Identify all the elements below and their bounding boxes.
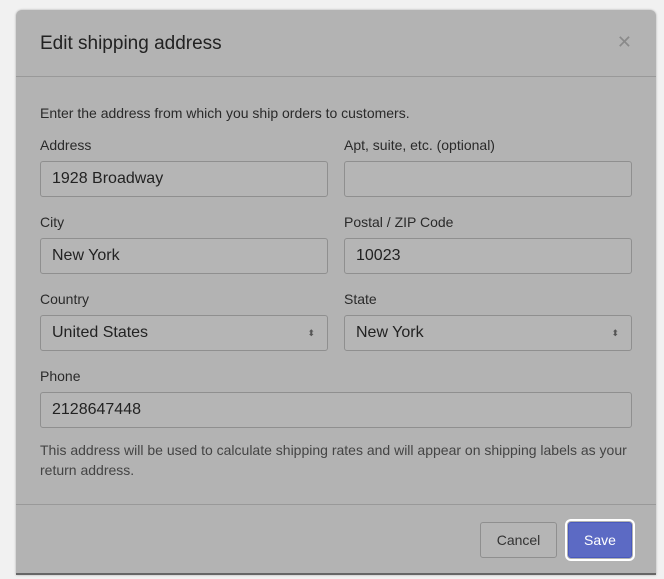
cancel-button[interactable]: Cancel bbox=[480, 522, 557, 558]
close-icon[interactable]: ✕ bbox=[617, 32, 632, 53]
help-text: This address will be used to calculate s… bbox=[40, 442, 627, 478]
address-label: Address bbox=[40, 137, 92, 153]
country-value: United States bbox=[52, 324, 149, 341]
modal-header: Edit shipping address ✕ bbox=[16, 10, 656, 77]
modal-title: Edit shipping address bbox=[40, 33, 222, 54]
select-arrows-icon: ⬍ bbox=[307, 328, 315, 338]
apt-label: Apt, suite, etc. (optional) bbox=[344, 137, 495, 153]
city-label: City bbox=[40, 214, 65, 230]
apt-input[interactable] bbox=[344, 161, 632, 197]
zip-input[interactable]: 10023 bbox=[344, 238, 632, 274]
intro-text: Enter the address from which you ship or… bbox=[40, 105, 410, 121]
city-input[interactable]: New York bbox=[40, 238, 328, 274]
phone-label: Phone bbox=[40, 368, 81, 384]
state-select[interactable]: New York ⬍ bbox=[344, 315, 632, 351]
country-select[interactable]: United States ⬍ bbox=[40, 315, 328, 351]
state-label: State bbox=[344, 291, 377, 307]
select-arrows-icon: ⬍ bbox=[611, 328, 619, 338]
edit-shipping-address-modal: Edit shipping address ✕ Enter the addres… bbox=[16, 10, 656, 575]
apt-field: Apt, suite, etc. (optional) bbox=[344, 137, 632, 197]
country-field: Country United States ⬍ bbox=[40, 291, 328, 351]
modal-footer-divider bbox=[16, 504, 656, 505]
zip-label: Postal / ZIP Code bbox=[344, 214, 454, 230]
state-value: New York bbox=[356, 324, 424, 341]
zip-field: Postal / ZIP Code 10023 bbox=[344, 214, 632, 274]
phone-input[interactable]: 2128647448 bbox=[40, 392, 632, 428]
address-input[interactable]: 1928 Broadway bbox=[40, 161, 328, 197]
phone-field: Phone 2128647448 bbox=[40, 368, 632, 428]
state-field: State New York ⬍ bbox=[344, 291, 632, 351]
save-button[interactable]: Save bbox=[565, 519, 635, 561]
city-field: City New York bbox=[40, 214, 328, 274]
address-field: Address 1928 Broadway bbox=[40, 137, 328, 197]
country-label: Country bbox=[40, 291, 90, 307]
